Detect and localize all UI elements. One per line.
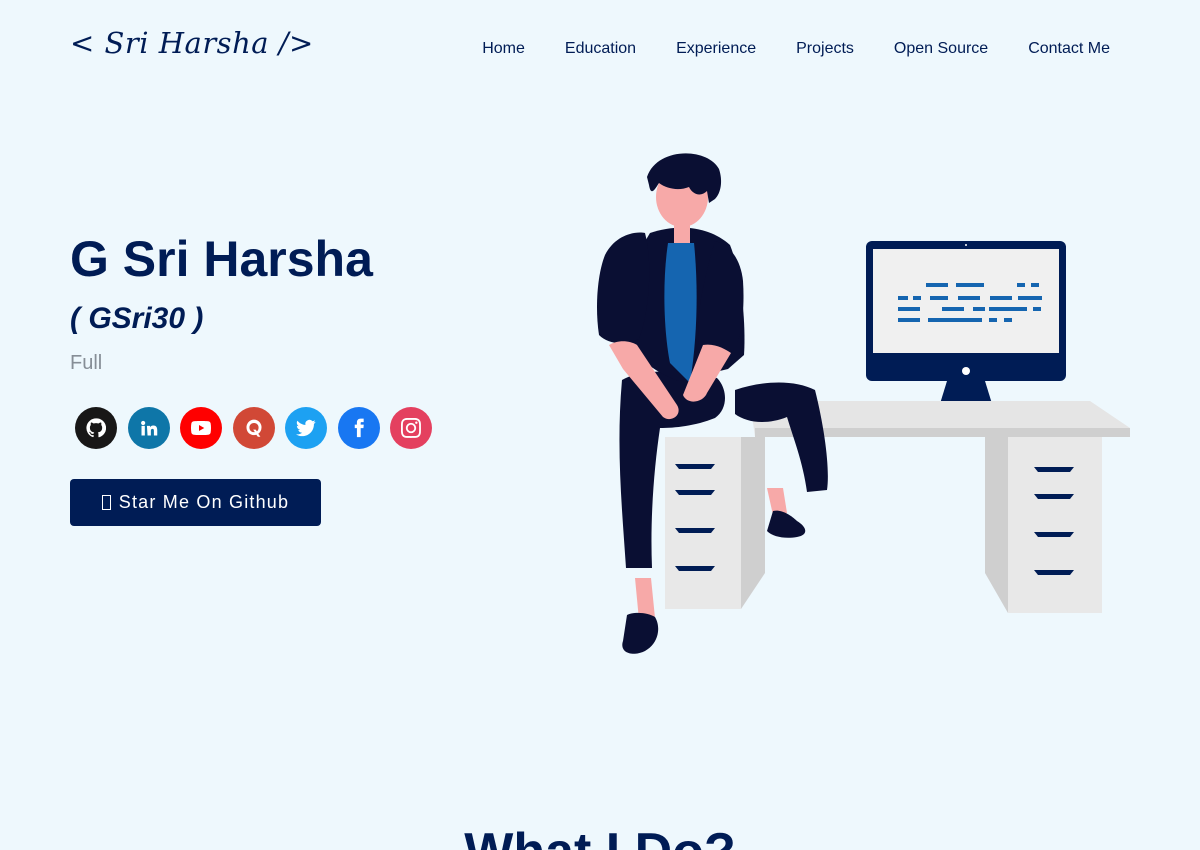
instagram-icon — [401, 418, 421, 438]
desk-graphic — [665, 401, 1130, 613]
youtube-link[interactable] — [180, 407, 222, 449]
hero-name: G Sri Harsha — [70, 231, 373, 287]
star-github-button[interactable]: Star Me On Github — [70, 479, 321, 526]
nav-projects[interactable]: Projects — [796, 40, 854, 58]
linkedin-icon — [140, 420, 157, 436]
facebook-link[interactable] — [337, 407, 380, 449]
main-nav: Home Education Experience Projects Open … — [482, 40, 1110, 58]
nav-experience[interactable]: Experience — [676, 40, 756, 58]
nav-contact-me[interactable]: Contact Me — [1028, 40, 1110, 58]
star-github-label: Star Me On Github — [118, 492, 290, 512]
youtube-icon — [191, 421, 211, 435]
social-links — [75, 407, 432, 449]
developer-illustration — [597, 153, 1130, 654]
linkedin-link[interactable] — [127, 407, 170, 449]
site-logo[interactable]: < Sri Harsha /> — [70, 26, 314, 60]
quora-icon — [245, 419, 262, 437]
twitter-link[interactable] — [285, 407, 327, 449]
hero-subtitle: Full — [70, 352, 103, 374]
what-i-do-heading: What I Do? — [0, 822, 1200, 850]
nav-home[interactable]: Home — [482, 40, 525, 58]
facebook-icon — [354, 418, 364, 438]
star-icon — [101, 495, 111, 510]
nav-education[interactable]: Education — [565, 40, 636, 58]
github-link[interactable] — [75, 407, 117, 449]
quora-link[interactable] — [232, 407, 275, 449]
nav-open-source[interactable]: Open Source — [894, 40, 988, 58]
hero-handle: ( GSri30 ) — [70, 302, 204, 335]
instagram-link[interactable] — [390, 407, 432, 449]
twitter-icon — [296, 419, 316, 437]
github-icon — [86, 418, 106, 438]
monitor-graphic — [833, 241, 1066, 421]
